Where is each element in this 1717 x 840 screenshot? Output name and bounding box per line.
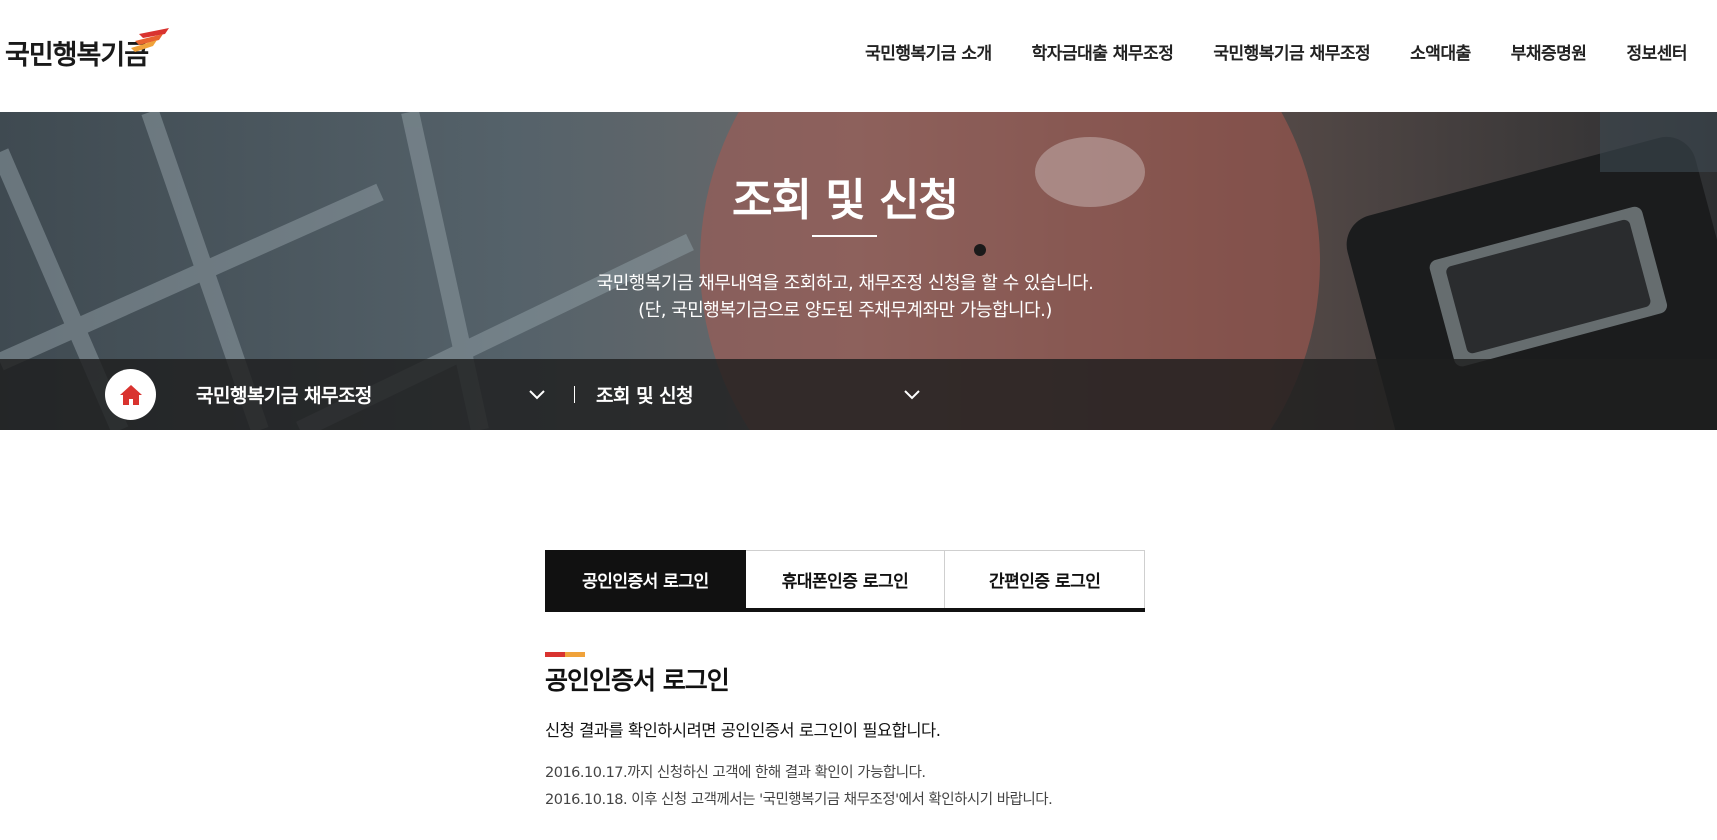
breadcrumb-separator	[574, 386, 575, 403]
notice-item: 2016.10.17.까지 신청하신 고객에 한해 결과 확인이 가능합니다.	[545, 765, 926, 781]
nav-item-microloan[interactable]: 소액대출	[1410, 39, 1471, 64]
breadcrumb-level1-select[interactable]: 국민행복기금 채무조정	[196, 359, 546, 430]
nav-item-info-center[interactable]: 정보센터	[1626, 39, 1687, 64]
site-header: 국민행복기금 국민행복기금 소개 학자금대출 채무조정 국민행복기금 채무조정 …	[0, 0, 1717, 112]
page-description: 국민행복기금 채무내역을 조회하고, 채무조정 신청을 할 수 있습니다. (단…	[0, 270, 1690, 324]
home-button[interactable]	[105, 369, 156, 420]
home-icon	[119, 384, 142, 405]
breadcrumb-level1-label: 국민행복기금 채무조정	[196, 385, 372, 407]
notice-list: 2016.10.17.까지 신청하신 고객에 한해 결과 확인이 가능합니다. …	[545, 760, 1053, 814]
breadcrumb-level2-select[interactable]: 조회 및 신청	[596, 359, 921, 430]
nav-item-debt-certificate[interactable]: 부채증명원	[1511, 39, 1587, 64]
nav-item-about[interactable]: 국민행복기금 소개	[865, 39, 992, 64]
tab-certificate-login[interactable]: 공인인증서 로그인	[545, 550, 746, 608]
page-description-line-1: 국민행복기금 채무내역을 조회하고, 채무조정 신청을 할 수 있습니다.	[596, 273, 1094, 294]
login-tabs: 공인인증서 로그인 휴대폰인증 로그인 간편인증 로그인	[545, 550, 1146, 612]
tab-simple-login[interactable]: 간편인증 로그인	[945, 550, 1146, 608]
section-lead-text: 신청 결과를 확인하시려면 공인인증서 로그인이 필요합니다.	[545, 721, 941, 740]
main-nav: 국민행복기금 소개 학자금대출 채무조정 국민행복기금 채무조정 소액대출 부채…	[825, 39, 1687, 64]
section-title: 공인인증서 로그인	[545, 666, 730, 695]
breadcrumb-level2-label: 조회 및 신청	[596, 385, 694, 407]
title-divider	[812, 235, 877, 237]
nav-item-debt-adjustment[interactable]: 국민행복기금 채무조정	[1213, 39, 1370, 64]
chevron-down-icon	[529, 390, 545, 400]
nav-item-student-loan[interactable]: 학자금대출 채무조정	[1032, 39, 1174, 64]
logo-text: 국민행복기금	[5, 39, 149, 71]
notice-item: 2016.10.18. 이후 신청 고객께서는 '국민행복기금 채무조정'에서 …	[545, 792, 1053, 808]
site-logo[interactable]: 국민행복기금	[5, 28, 169, 74]
logo-mark-icon	[131, 28, 169, 52]
page-description-line-2: (단, 국민행복기금으로 양도된 주채무계좌만 가능합니다.)	[638, 300, 1052, 321]
breadcrumb: 국민행복기금 채무조정 조회 및 신청	[0, 359, 1717, 430]
page-title: 조회 및 신청	[731, 175, 959, 226]
section-accent-bar	[545, 652, 585, 657]
tab-phone-login[interactable]: 휴대폰인증 로그인	[745, 550, 946, 608]
chevron-down-icon	[904, 390, 920, 400]
